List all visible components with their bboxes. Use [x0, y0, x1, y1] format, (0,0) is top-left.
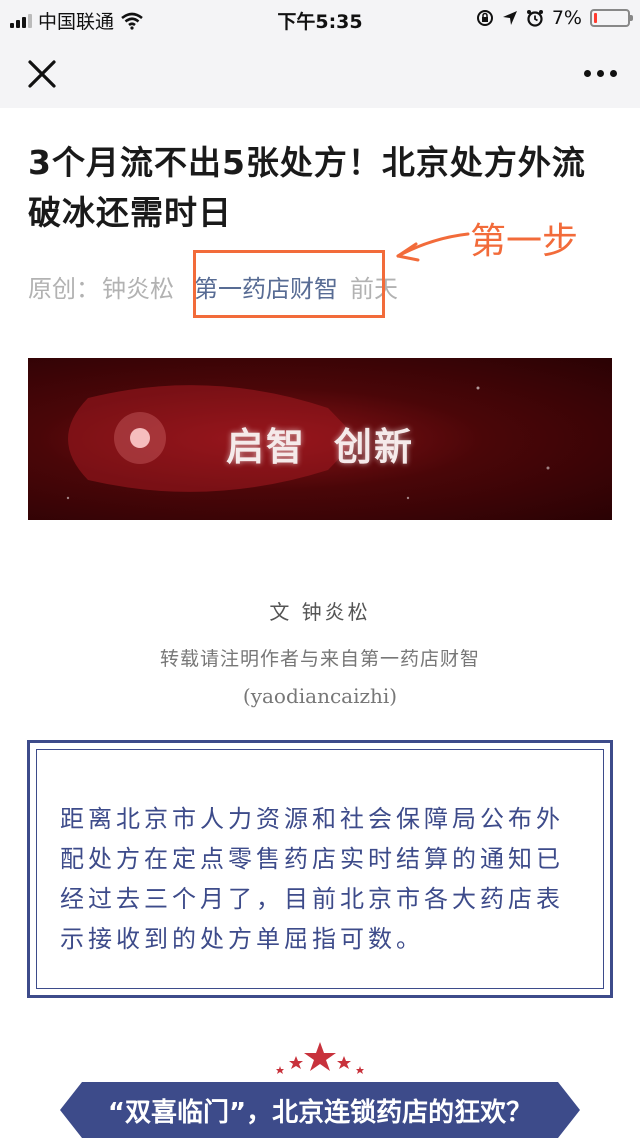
banner-text-left: 启智: [225, 425, 306, 469]
location-icon: [502, 11, 517, 25]
alarm-icon: [526, 10, 543, 27]
publish-date: 前天: [350, 274, 398, 303]
battery-icon: [590, 9, 633, 27]
stars-decoration-icon: [276, 1042, 364, 1074]
more-dots-icon: [596, 69, 604, 77]
account-link[interactable]: 第一药店财智: [194, 269, 338, 304]
author-name: 钟炎松: [102, 274, 174, 303]
battery-level: [594, 13, 597, 23]
annotation-label: 第一步: [470, 221, 579, 262]
annotation-arrow-icon: [396, 232, 470, 262]
more-dots-icon: [609, 69, 617, 77]
status-right: 7%: [476, 7, 633, 29]
summary-text: 距离北京市人力资源和社会保障局公布外配处方在定点零售药店实时结算的通知已经过去三…: [60, 805, 564, 953]
article-meta: 原创： 钟炎松 第一药店财智 前天: [28, 266, 398, 306]
close-button[interactable]: [22, 54, 62, 94]
status-bar: 中国联通 下午5:35 7%: [0, 0, 640, 40]
close-icon: [28, 60, 56, 88]
banner-text: 启智 创新: [28, 416, 612, 471]
more-dots-icon: [583, 69, 591, 77]
banner-text-right: 创新: [334, 425, 415, 469]
reprint-notice: 转载请注明作者与来自第一药店财智: [159, 648, 480, 670]
summary-box: 距离北京市人力资源和社会保障局公布外配处方在定点零售药店实时结算的通知已经过去三…: [27, 740, 613, 998]
battery-percent: 7%: [551, 7, 582, 29]
byline: 文 钟炎松: [269, 600, 371, 624]
account-handle: (yaodiancaizhi): [242, 684, 398, 708]
orientation-lock-icon: [476, 10, 493, 26]
section-heading: “双喜临门”，北京连锁药店的狂欢？: [107, 1098, 533, 1128]
nav-bar: [0, 40, 640, 108]
original-label: 原创：: [28, 274, 100, 303]
banner-image: 启智 创新: [28, 358, 612, 520]
more-button[interactable]: [576, 58, 624, 88]
